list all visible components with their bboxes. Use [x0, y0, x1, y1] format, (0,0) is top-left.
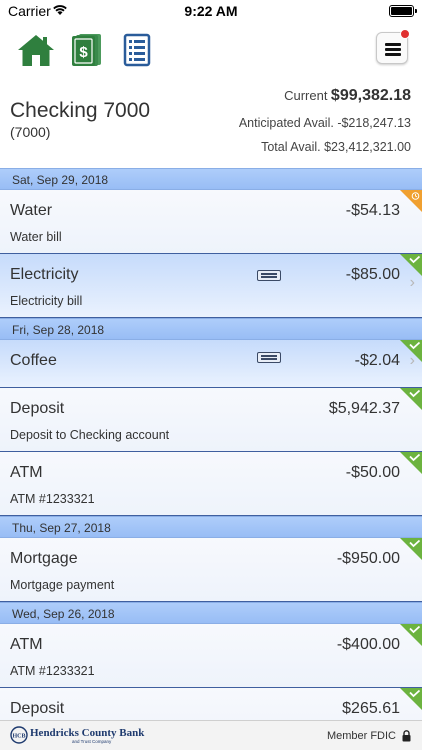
bank-name: Hendricks County Bank [30, 727, 145, 739]
svg-text:$: $ [79, 44, 88, 61]
date-header: Wed, Sep 26, 2018 [0, 602, 422, 624]
list-icon[interactable] [123, 33, 151, 67]
total-balance-value: $23,412,321.00 [324, 140, 411, 154]
cleared-check-icon [400, 388, 422, 410]
cleared-check-icon [400, 538, 422, 560]
transaction-row[interactable]: ATM ATM #1233321 -$50.00 [0, 452, 422, 516]
transaction-name: ATM [10, 464, 43, 481]
current-balance: Current $99,382.18 [284, 87, 411, 105]
home-icon[interactable] [16, 33, 56, 67]
memo-icon[interactable] [257, 270, 281, 281]
account-name: Checking 7000 [10, 99, 151, 122]
menu-button[interactable] [376, 29, 410, 64]
cleared-check-icon [400, 340, 422, 362]
money-icon[interactable]: $ [71, 33, 103, 67]
transaction-row[interactable]: Deposit $265.61 [0, 688, 422, 720]
notification-dot [400, 29, 410, 39]
date-header: Fri, Sep 28, 2018 [0, 318, 422, 340]
chevron-right-icon: › [409, 274, 415, 291]
footer: HCB Hendricks County Bank and Trust Comp… [0, 720, 422, 750]
memo-icon[interactable] [257, 352, 281, 363]
bank-tagline: and Trust Company [72, 739, 112, 744]
transaction-row[interactable]: Electricity Electricity bill -$85.00 › [0, 254, 422, 318]
cleared-check-icon [400, 688, 422, 710]
transaction-description: Water bill [10, 230, 62, 244]
cleared-check-icon [400, 254, 422, 276]
cleared-check-icon [400, 624, 422, 646]
pending-clock-icon [400, 190, 422, 212]
anticipated-balance: Anticipated Avail. -$218,247.13 [239, 116, 411, 130]
lock-icon [402, 730, 411, 742]
transaction-amount: -$85.00 [345, 266, 400, 283]
transaction-name: Deposit [10, 400, 65, 417]
transaction-amount: -$400.00 [336, 636, 400, 653]
transaction-name: Deposit [10, 700, 65, 717]
transaction-name: ATM [10, 636, 43, 653]
battery-icon [389, 5, 417, 17]
transaction-name: Coffee [10, 352, 57, 369]
transaction-row[interactable]: Coffee -$2.04 › [0, 340, 422, 388]
clock: 9:22 AM [184, 3, 238, 19]
transaction-amount: $5,942.37 [328, 400, 400, 417]
date-header: Thu, Sep 27, 2018 [0, 516, 422, 538]
transaction-name: Electricity [10, 266, 79, 283]
menu-icon [385, 43, 401, 46]
transaction-description: ATM #1233321 [10, 664, 95, 678]
transaction-list[interactable]: Sat, Sep 29, 2018 Water Water bill -$54.… [0, 168, 422, 720]
transaction-amount: -$54.13 [345, 202, 400, 219]
total-balance-label: Total Avail. [261, 140, 321, 154]
bank-logo-icon: HCB [10, 726, 28, 744]
transaction-amount: $265.61 [342, 700, 400, 717]
anticipated-balance-label: Anticipated Avail. [238, 116, 334, 130]
transaction-row[interactable]: Water Water bill -$54.13 [0, 190, 422, 254]
date-header: Sat, Sep 29, 2018 [0, 168, 422, 190]
current-balance-label: Current [284, 88, 328, 103]
transaction-row[interactable]: Deposit Deposit to Checking account $5,9… [0, 388, 422, 452]
transaction-name: Water [10, 202, 53, 219]
status-bar: Carrier 9:22 AM [0, 0, 422, 22]
transaction-description: Mortgage payment [10, 578, 115, 592]
current-balance-value: $99,382.18 [330, 87, 411, 104]
transaction-description: Deposit to Checking account [10, 428, 170, 442]
transaction-amount: -$2.04 [354, 352, 400, 369]
transaction-description: ATM #1233321 [10, 492, 95, 506]
transaction-row[interactable]: ATM ATM #1233321 -$400.00 [0, 624, 422, 688]
total-balance: Total Avail. $23,412,321.00 [261, 140, 411, 154]
transaction-name: Mortgage [10, 550, 78, 567]
transaction-row[interactable]: Mortgage Mortgage payment -$950.00 [0, 538, 422, 602]
account-number: (7000) [10, 124, 51, 140]
anticipated-balance-value: -$218,247.13 [337, 116, 411, 130]
transaction-description: Electricity bill [10, 294, 83, 308]
cleared-check-icon [400, 452, 422, 474]
transaction-amount: -$50.00 [345, 464, 400, 481]
svg-text:HCB: HCB [12, 734, 25, 740]
transaction-amount: -$950.00 [336, 550, 400, 567]
fdic-label: Member FDIC [326, 730, 396, 742]
